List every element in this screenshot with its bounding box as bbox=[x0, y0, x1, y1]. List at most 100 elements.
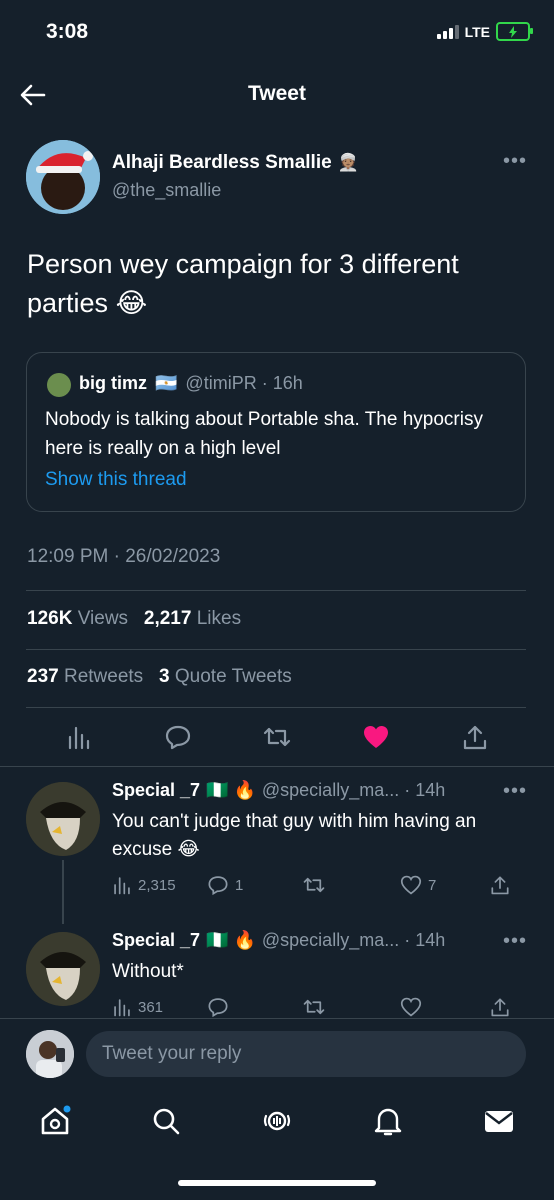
quoted-tweet[interactable]: big timz 🇦🇷 @timiPR · 16h Nobody is talk… bbox=[26, 352, 526, 512]
author-handle[interactable]: @the_smallie bbox=[112, 180, 221, 201]
nav-home[interactable] bbox=[38, 1104, 72, 1138]
views-icon bbox=[114, 999, 130, 1017]
share-icon bbox=[491, 876, 509, 895]
author-name-text: Alhaji Beardless Smallie bbox=[112, 152, 332, 173]
more-options-button[interactable]: ••• bbox=[503, 150, 527, 173]
home-indicator bbox=[178, 1180, 376, 1186]
reply-views-button[interactable]: 361 bbox=[112, 997, 207, 1017]
reply-views-count: 361 bbox=[138, 998, 164, 1016]
share-icon bbox=[491, 998, 509, 1017]
reply-views-button[interactable]: 2,315 bbox=[112, 875, 207, 895]
retweets-stat[interactable]: 237 Retweets bbox=[27, 666, 143, 687]
battery-icon bbox=[496, 22, 533, 41]
reply-like-button[interactable]: 7 bbox=[400, 875, 490, 895]
current-user-avatar[interactable] bbox=[26, 1030, 74, 1078]
nav-messages[interactable] bbox=[482, 1104, 516, 1138]
signal-icon bbox=[436, 24, 459, 39]
heart-icon bbox=[400, 875, 422, 895]
network-label: LTE bbox=[464, 23, 490, 40]
quote-author-name: big timz bbox=[79, 373, 147, 393]
author-name[interactable]: Alhaji Beardless Smallie 👳🏽 bbox=[112, 152, 359, 174]
reply-retweet-button[interactable] bbox=[302, 996, 400, 1018]
reply-author-badges: 🇳🇬 🔥 bbox=[206, 930, 256, 950]
tweet-emoji: 😂 bbox=[115, 288, 148, 318]
reply-button[interactable] bbox=[163, 722, 193, 752]
nav-spaces[interactable] bbox=[260, 1104, 294, 1138]
reply-like-button[interactable] bbox=[400, 997, 490, 1017]
home-icon bbox=[41, 1105, 71, 1135]
divider bbox=[0, 766, 554, 767]
status-time: 3:08 bbox=[46, 20, 89, 43]
tweet-timestamp: 12:09 PM · 26/02/2023 bbox=[27, 546, 221, 567]
reply-handle-time[interactable]: @specially_ma... · 14h bbox=[262, 780, 445, 801]
search-icon bbox=[153, 1108, 180, 1135]
stats-row-retweets-quotes: 237 Retweets 3 Quote Tweets bbox=[27, 666, 292, 688]
reply-header: Special _7 🇳🇬 🔥 @specially_ma... · 14h bbox=[112, 780, 445, 801]
views-icon bbox=[68, 726, 90, 750]
thread-connector bbox=[62, 860, 64, 924]
reply-more-button[interactable]: ••• bbox=[503, 930, 527, 953]
quote-handle-time: @timiPR · 16h bbox=[185, 373, 303, 393]
reply-share-button[interactable] bbox=[490, 874, 510, 896]
like-button[interactable] bbox=[361, 722, 391, 752]
divider bbox=[26, 707, 526, 708]
reply-reply-button[interactable] bbox=[207, 996, 302, 1018]
reply-views-count: 2,315 bbox=[138, 876, 176, 894]
author-avatar[interactable] bbox=[26, 140, 100, 214]
page-title: Tweet bbox=[248, 82, 306, 105]
reply-avatar[interactable] bbox=[26, 932, 100, 1006]
quote-header: big timz 🇦🇷 @timiPR · 16h bbox=[79, 373, 303, 394]
nav-notifications[interactable] bbox=[371, 1104, 405, 1138]
reply-text-body: Without* bbox=[112, 961, 184, 982]
quotes-stat[interactable]: 3 Quote Tweets bbox=[159, 666, 292, 687]
reply-likes-count: 7 bbox=[428, 876, 437, 894]
messages-icon bbox=[485, 1111, 513, 1132]
reply-actions: 2,315 1 7 bbox=[112, 874, 512, 896]
retweets-count: 237 bbox=[27, 666, 59, 687]
reply-share-button[interactable] bbox=[490, 996, 510, 1018]
reply-author-badges: 🇳🇬 🔥 bbox=[206, 780, 256, 800]
retweets-label: Retweets bbox=[63, 666, 144, 687]
reply-author-name[interactable]: Special _7 bbox=[112, 930, 200, 951]
stats-row-views-likes: 126K Views 2,217 Likes bbox=[27, 608, 241, 630]
quotes-label: Quote Tweets bbox=[174, 666, 292, 687]
likes-stat[interactable]: 2,217 Likes bbox=[144, 608, 241, 629]
verified-emoji-icon: 👳🏽 bbox=[337, 153, 359, 172]
views-stat[interactable]: 126K Views bbox=[27, 608, 128, 629]
retweet-icon bbox=[303, 877, 325, 893]
tweet-text-body: Person wey campaign for 3 different part… bbox=[27, 249, 459, 318]
quote-avatar bbox=[47, 373, 71, 397]
nav-search[interactable] bbox=[149, 1104, 183, 1138]
quote-text: Nobody is talking about Portable sha. Th… bbox=[45, 409, 483, 459]
reply-actions: 361 bbox=[112, 996, 512, 1018]
reply-input[interactable] bbox=[86, 1031, 526, 1077]
reply-icon bbox=[165, 725, 191, 750]
quotes-count: 3 bbox=[159, 666, 170, 687]
reply-emoji: 😂 bbox=[177, 839, 200, 860]
notifications-icon bbox=[374, 1108, 402, 1136]
more-icon: ••• bbox=[503, 780, 528, 802]
likes-label: Likes bbox=[196, 608, 242, 629]
reply-author-name[interactable]: Special _7 bbox=[112, 780, 200, 801]
reply-handle-time[interactable]: @specially_ma... · 14h bbox=[262, 930, 445, 951]
reply-text: Without* bbox=[112, 958, 512, 986]
show-thread-link[interactable]: Show this thread bbox=[45, 469, 187, 491]
reply-reply-button[interactable]: 1 bbox=[207, 874, 302, 896]
likes-count: 2,217 bbox=[143, 608, 192, 629]
reply-icon bbox=[208, 876, 228, 896]
reply-header: Special _7 🇳🇬 🔥 @specially_ma... · 14h bbox=[112, 930, 445, 951]
views-button[interactable] bbox=[64, 722, 94, 752]
share-button[interactable] bbox=[460, 722, 490, 752]
retweet-button[interactable] bbox=[262, 722, 292, 752]
retweet-icon bbox=[263, 727, 291, 747]
quote-flag: 🇦🇷 bbox=[155, 373, 178, 393]
retweet-icon bbox=[303, 999, 325, 1015]
heart-icon bbox=[364, 726, 388, 748]
heart-icon bbox=[400, 997, 422, 1017]
spaces-icon bbox=[263, 1111, 291, 1131]
reply-more-button[interactable]: ••• bbox=[503, 780, 527, 803]
reply-avatar[interactable] bbox=[26, 782, 100, 856]
reply-text: You can't judge that guy with him having… bbox=[112, 808, 512, 864]
reply-replies-count: 1 bbox=[235, 876, 244, 894]
reply-retweet-button[interactable] bbox=[302, 874, 400, 896]
